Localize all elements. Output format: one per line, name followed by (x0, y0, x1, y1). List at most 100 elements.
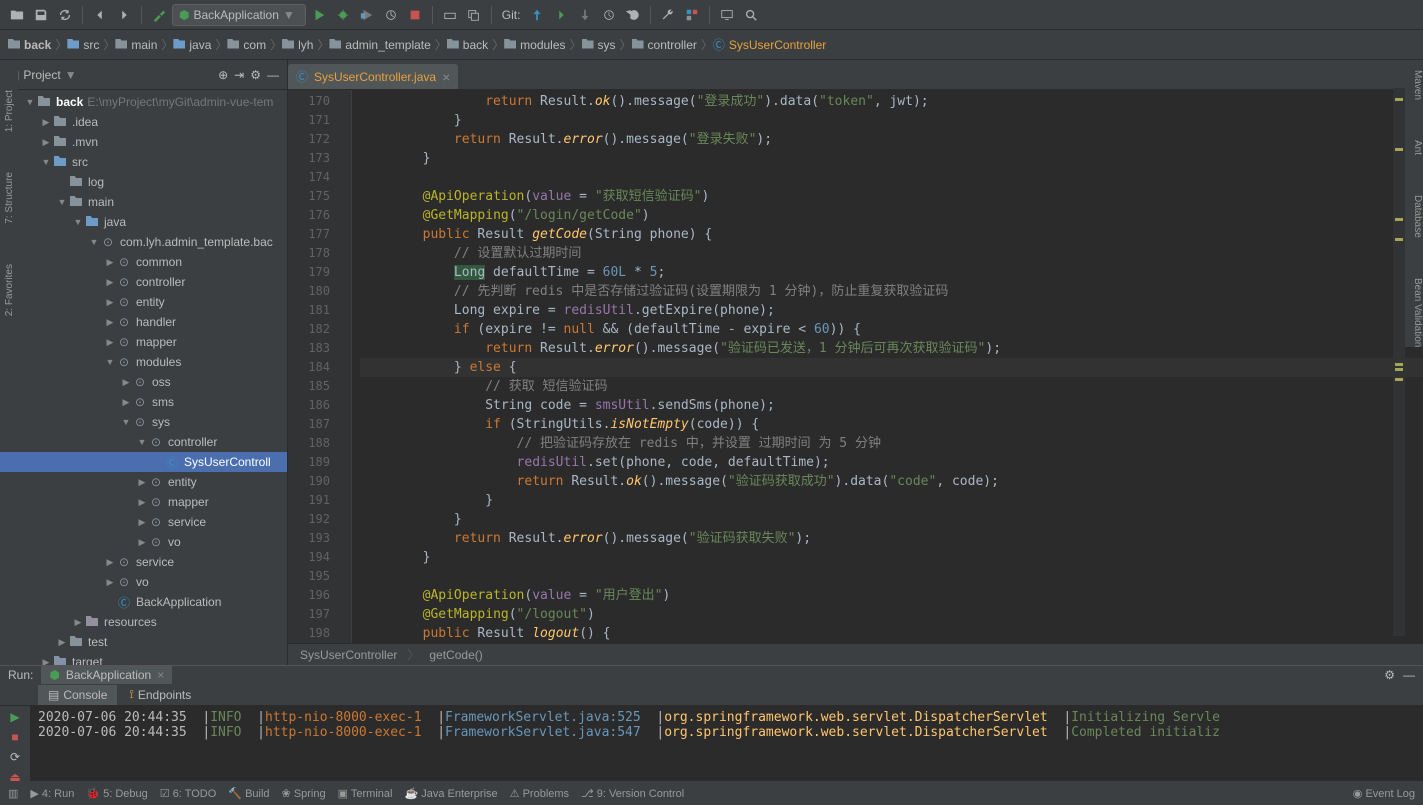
save-icon[interactable] (30, 4, 52, 26)
bc-com[interactable]: com (227, 38, 266, 52)
tree-item[interactable]: log (0, 172, 287, 192)
rerun-icon[interactable]: ▶ (10, 710, 19, 724)
tree-item[interactable]: ▶⊙mapper (0, 332, 287, 352)
tree-item[interactable]: ▼⊙sys (0, 412, 287, 432)
tree-item[interactable]: ▶⊙controller (0, 272, 287, 292)
tree-item[interactable]: ⒸBackApplication (0, 592, 287, 612)
tree-item[interactable]: ▼back E:\myProject\myGit\admin-vue-tem (0, 92, 287, 112)
stop-icon[interactable] (404, 4, 426, 26)
tree-item[interactable]: ▼⊙modules (0, 352, 287, 372)
sb-todo[interactable]: ☑ 6: TODO (160, 787, 217, 800)
tree-item[interactable]: ▶⊙common (0, 252, 287, 272)
bc-current[interactable]: ⒸSysUserController (713, 36, 826, 53)
code-area[interactable]: return Result.ok().message("登录成功").data(… (352, 90, 1423, 643)
sb-problems[interactable]: ⚠ Problems (510, 787, 569, 800)
project-tree[interactable]: ▼back E:\myProject\myGit\admin-vue-tem▶.… (0, 90, 287, 665)
project-tool-label[interactable]: 1: Project (4, 90, 15, 132)
console-output[interactable]: 2020-07-06 20:44:35 |INFO |http-nio-8000… (30, 706, 1423, 784)
sb-build[interactable]: 🔨 Build (228, 787, 269, 800)
bc-java[interactable]: java (173, 38, 211, 52)
debug-icon[interactable] (332, 4, 354, 26)
git-push-icon[interactable] (574, 4, 596, 26)
tree-item[interactable]: ▶test (0, 632, 287, 652)
run-config-select[interactable]: ⬢ BackApplication ▼ (172, 4, 306, 26)
attach-icon[interactable] (439, 4, 461, 26)
back-icon[interactable] (89, 4, 111, 26)
database-tool-label[interactable]: Database (1405, 195, 1423, 238)
structure-icon[interactable] (681, 4, 703, 26)
collapse-icon[interactable]: ⇥ (234, 68, 244, 82)
gear-icon[interactable]: ⚙ (250, 68, 261, 82)
tree-item[interactable]: ▼main (0, 192, 287, 212)
tree-item[interactable]: ▶target (0, 652, 287, 665)
endpoints-tab[interactable]: ⟟Endpoints (119, 684, 201, 705)
console-tab[interactable]: ▤Console (38, 685, 117, 705)
crumb-method[interactable]: getCode() (429, 648, 482, 662)
sb-terminal[interactable]: ▣ Terminal (338, 787, 393, 800)
sb-debug[interactable]: 🐞 5: Debug (86, 787, 147, 800)
git-rollback-icon[interactable] (622, 4, 644, 26)
sb-spring[interactable]: ❀ Spring (282, 787, 326, 800)
stop-icon[interactable]: ■ (11, 730, 18, 744)
tree-item[interactable]: ▶.mvn (0, 132, 287, 152)
stack-icon[interactable] (463, 4, 485, 26)
hide-icon[interactable]: — (267, 68, 279, 82)
tree-item[interactable]: ▶⊙entity (0, 472, 287, 492)
bc-lyh[interactable]: lyh (282, 38, 313, 52)
tree-item[interactable]: ▶⊙service (0, 512, 287, 532)
run-icon[interactable] (308, 4, 330, 26)
bc-admin[interactable]: admin_template (329, 38, 430, 52)
target-icon[interactable]: ⊕ (218, 68, 228, 82)
structure-tool-label[interactable]: 7: Structure (4, 172, 15, 224)
run-tab[interactable]: ⬢ BackApplication × (41, 666, 172, 684)
favorites-tool-label[interactable]: 2: Favorites (4, 264, 15, 316)
ant-tool-label[interactable]: Ant (1405, 140, 1423, 155)
tree-item[interactable]: ▼⊙com.lyh.admin_template.bac (0, 232, 287, 252)
bc-sys[interactable]: sys (582, 38, 616, 52)
sb-eventlog[interactable]: ◉ Event Log (1353, 787, 1415, 800)
git-history-icon[interactable] (598, 4, 620, 26)
coverage-icon[interactable] (356, 4, 378, 26)
wrench-icon[interactable] (657, 4, 679, 26)
sb-tool[interactable]: ▥ (8, 787, 18, 800)
tree-item[interactable]: ▼java (0, 212, 287, 232)
close-icon[interactable]: × (442, 69, 450, 85)
tree-item[interactable]: ▶⊙vo (0, 532, 287, 552)
sb-run[interactable]: ▶ 4: Run (30, 787, 74, 800)
tree-item[interactable]: ▼src (0, 152, 287, 172)
sb-je[interactable]: ☕ Java Enterprise (404, 787, 497, 800)
maven-tool-label[interactable]: Maven (1405, 70, 1423, 100)
open-icon[interactable] (6, 4, 28, 26)
project-title[interactable]: Project (23, 68, 60, 82)
hide-icon[interactable]: — (1403, 668, 1415, 682)
gear-icon[interactable]: ⚙ (1384, 668, 1395, 682)
tree-item[interactable]: ▶resources (0, 612, 287, 632)
bc-back2[interactable]: back (447, 38, 488, 52)
git-commit-icon[interactable] (550, 4, 572, 26)
sb-vcs[interactable]: ⎇ 9: Version Control (581, 787, 684, 800)
tree-item[interactable]: ▶⊙oss (0, 372, 287, 392)
search-icon[interactable] (740, 4, 762, 26)
bc-src[interactable]: src (67, 38, 99, 52)
tree-item[interactable]: ⒸSysUserControll (0, 452, 287, 472)
bc-modules[interactable]: modules (504, 38, 565, 52)
bc-back[interactable]: back (8, 38, 51, 52)
tree-item[interactable]: ▶⊙service (0, 552, 287, 572)
git-update-icon[interactable] (526, 4, 548, 26)
profile-icon[interactable] (380, 4, 402, 26)
bc-main[interactable]: main (115, 38, 157, 52)
tree-item[interactable]: ▼⊙controller (0, 432, 287, 452)
tree-item[interactable]: ▶⊙handler (0, 312, 287, 332)
tree-item[interactable]: ▶⊙entity (0, 292, 287, 312)
avd-icon[interactable] (716, 4, 738, 26)
tree-item[interactable]: ▶⊙vo (0, 572, 287, 592)
bc-controller[interactable]: controller (632, 38, 697, 52)
tree-item[interactable]: ▶.idea (0, 112, 287, 132)
tree-item[interactable]: ▶⊙mapper (0, 492, 287, 512)
restart-icon[interactable]: ⟳ (10, 750, 20, 764)
hammer-icon[interactable] (148, 4, 170, 26)
crumb-class[interactable]: SysUserController (300, 648, 397, 662)
editor-tab[interactable]: Ⓒ SysUserController.java × (288, 64, 458, 89)
forward-icon[interactable] (113, 4, 135, 26)
close-icon[interactable]: × (157, 668, 164, 682)
